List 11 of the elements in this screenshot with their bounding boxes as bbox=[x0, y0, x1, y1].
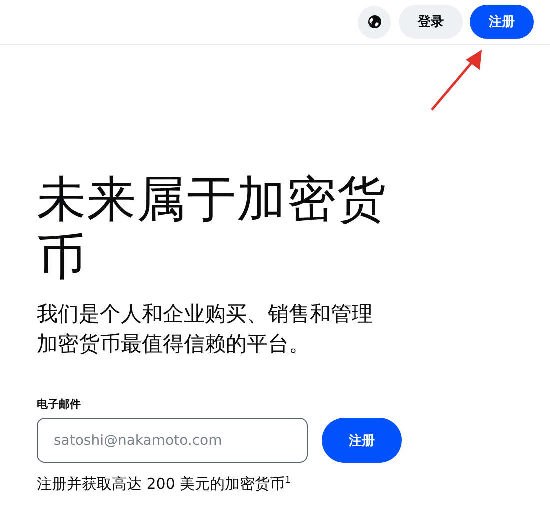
signup-button[interactable]: 注册 bbox=[322, 418, 402, 463]
hero-title: 未来属于加密货币 bbox=[37, 171, 388, 287]
promo-note: 注册并获取高达 200 美元的加密货币$^{1}$ bbox=[37, 475, 292, 494]
language-button[interactable] bbox=[358, 6, 391, 38]
signup-button[interactable]: 注册 bbox=[470, 5, 534, 39]
annotation-arrow bbox=[431, 50, 482, 111]
email-field[interactable]: satoshi@nakamoto.com bbox=[37, 418, 308, 463]
field-label: 电子邮件 bbox=[37, 397, 82, 412]
hero-subtitle: 我们是个人和企业购买、销售和管理加密货币最值得信赖的平台。 bbox=[37, 301, 374, 358]
globe-icon bbox=[368, 15, 382, 29]
login-button[interactable]: 登录 bbox=[399, 5, 463, 39]
